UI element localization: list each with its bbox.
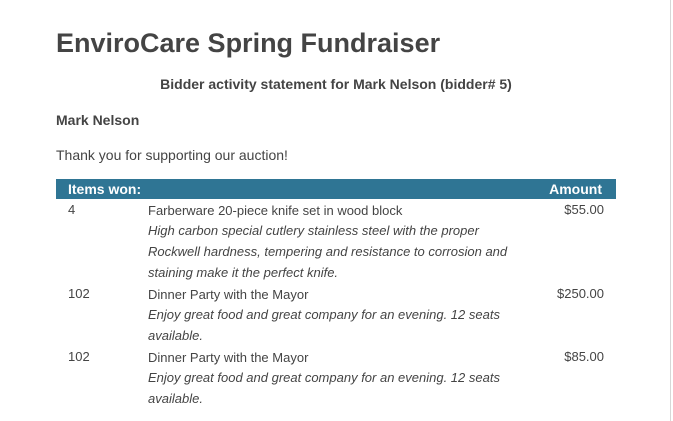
- item-name: Dinner Party with the Mayor: [148, 350, 309, 365]
- item-amount: $55.00: [564, 202, 604, 217]
- table-header: Items won: Amount: [56, 179, 616, 199]
- item-description-cell: Dinner Party with the Mayor Enjoy great …: [148, 283, 508, 346]
- item-detail: High carbon special cutlery stainless st…: [148, 223, 508, 280]
- item-detail: Enjoy great food and great company for a…: [148, 370, 500, 406]
- items-won-column-header: Items won:: [68, 181, 142, 197]
- statement-subtitle: Bidder activity statement for Mark Nelso…: [160, 76, 512, 92]
- amount-column-header: Amount: [549, 181, 602, 197]
- item-detail: Enjoy great food and great company for a…: [148, 307, 500, 343]
- table-row: 102 Dinner Party with the Mayor Enjoy gr…: [56, 346, 616, 409]
- item-number: 102: [68, 349, 90, 364]
- table-row: 4 Farberware 20-piece knife set in wood …: [56, 199, 616, 283]
- page-title: EnviroCare Spring Fundraiser: [56, 28, 441, 58]
- page-edge-divider: [670, 0, 671, 421]
- items-won-table: Items won: Amount 4 Farberware 20-piece …: [56, 179, 616, 409]
- bidder-name: Mark Nelson: [56, 112, 140, 128]
- item-name: Dinner Party with the Mayor: [148, 287, 309, 302]
- item-number: 102: [68, 286, 90, 301]
- item-number: 4: [68, 202, 76, 217]
- item-name: Farberware 20-piece knife set in wood bl…: [148, 203, 403, 218]
- item-description-cell: Dinner Party with the Mayor Enjoy great …: [148, 346, 508, 409]
- item-amount: $85.00: [564, 349, 604, 364]
- item-amount: $250.00: [557, 286, 604, 301]
- item-description-cell: Farberware 20-piece knife set in wood bl…: [148, 199, 508, 283]
- statement-page: EnviroCare Spring Fundraiser Bidder acti…: [0, 0, 670, 421]
- thank-you-message: Thank you for supporting our auction!: [56, 147, 288, 163]
- table-row: 102 Dinner Party with the Mayor Enjoy gr…: [56, 283, 616, 346]
